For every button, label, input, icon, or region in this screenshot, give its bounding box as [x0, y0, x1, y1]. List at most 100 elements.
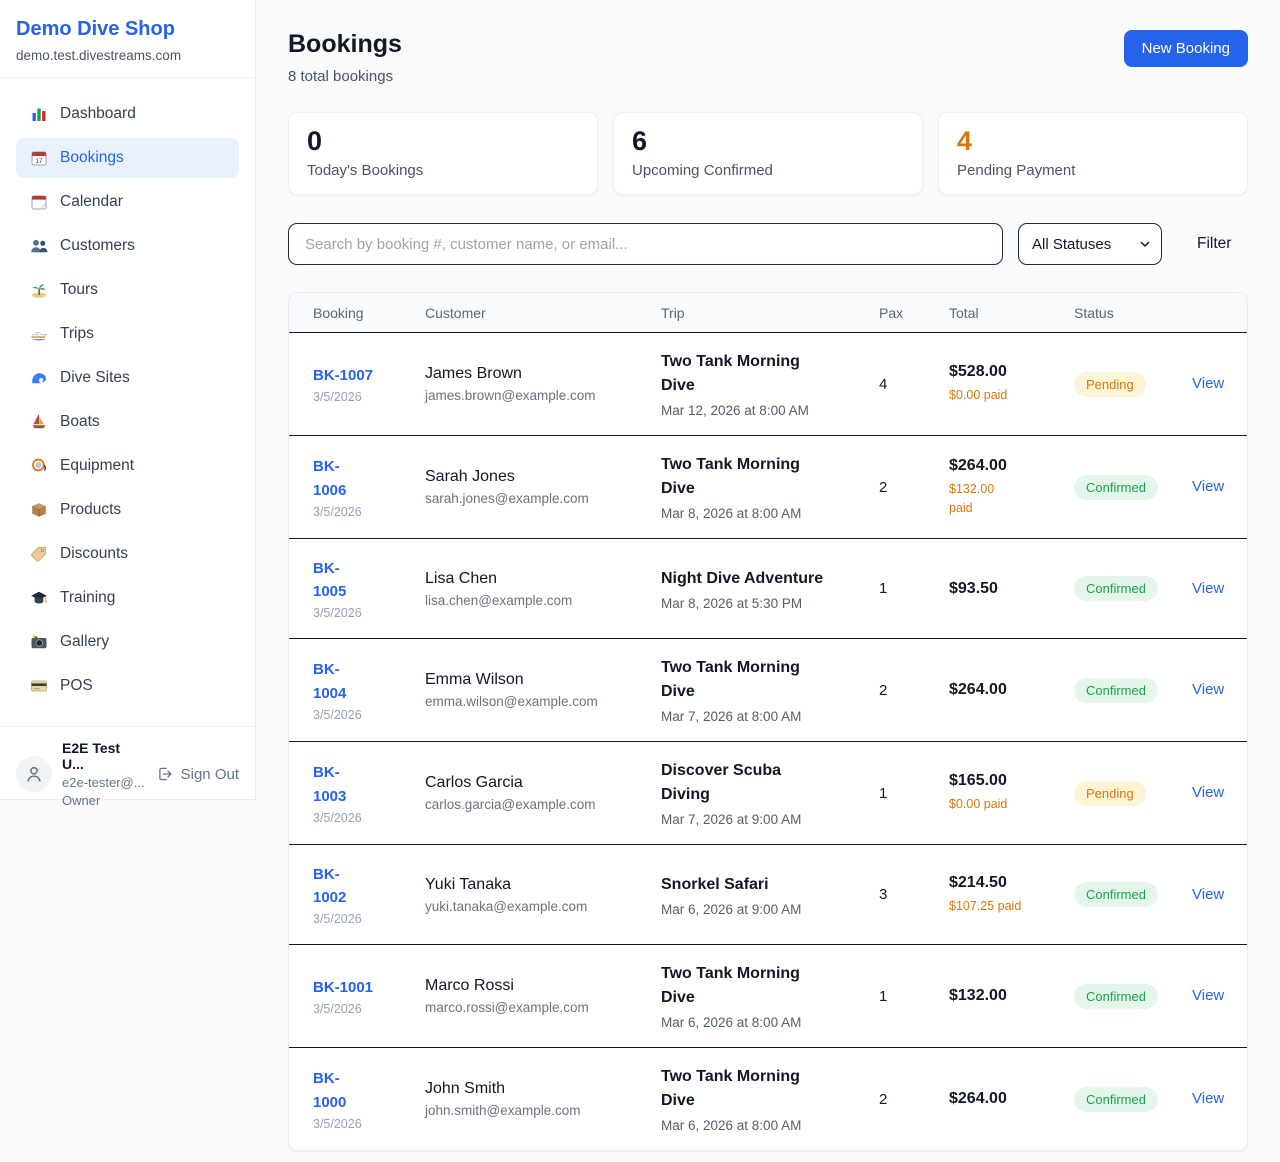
trip-datetime: Mar 7, 2026 at 8:00 AM: [661, 709, 879, 724]
stat-card: 6Upcoming Confirmed: [613, 112, 923, 195]
pax-count: 2: [879, 479, 949, 496]
trip-name: Two Tank Morning Dive: [661, 962, 879, 1010]
customer-name: Marco Rossi: [425, 977, 661, 995]
sidebar-item-label: Customers: [60, 237, 135, 255]
trip-datetime: Mar 8, 2026 at 5:30 PM: [661, 596, 879, 611]
sidebar-item-boats[interactable]: Boats: [16, 402, 239, 442]
person-icon: [23, 763, 45, 785]
total-amount: $264.00: [949, 681, 1074, 699]
view-link[interactable]: View: [1192, 478, 1224, 495]
customer-name: Carlos Garcia: [425, 774, 661, 792]
total-amount: $93.50: [949, 580, 1074, 598]
sidebar-item-calendar[interactable]: Calendar: [16, 182, 239, 222]
view-link[interactable]: View: [1192, 580, 1224, 597]
status-badge: Confirmed: [1074, 984, 1158, 1009]
total-amount: $264.00: [949, 457, 1074, 475]
package-icon: [30, 501, 48, 519]
sign-out-button[interactable]: Sign Out: [156, 765, 239, 783]
sidebar-item-discounts[interactable]: Discounts: [16, 534, 239, 574]
bookings-table: Booking Customer Trip Pax Total Status B…: [288, 292, 1248, 1151]
booking-id-link[interactable]: BK-1001: [313, 976, 373, 999]
sidebar-item-label: POS: [60, 677, 93, 695]
sidebar-item-products[interactable]: Products: [16, 490, 239, 530]
trip-name: Two Tank Morning Dive: [661, 656, 879, 704]
sidebar-item-bookings[interactable]: 17Bookings: [16, 138, 239, 178]
sidebar-item-trips[interactable]: Trips: [16, 314, 239, 354]
svg-text:17: 17: [36, 158, 43, 165]
user-role: Owner: [62, 793, 146, 808]
sidebar-item-label: Gallery: [60, 633, 109, 651]
pax-count: 1: [879, 580, 949, 597]
desert-island-icon: [30, 281, 48, 299]
status-select-wrap: All Statuses: [1018, 223, 1162, 265]
sidebar-item-customers[interactable]: Customers: [16, 226, 239, 266]
table-row: BK- 1006 3/5/2026 Sarah Jones sarah.jone…: [289, 435, 1247, 538]
booking-date: 3/5/2026: [313, 1002, 425, 1016]
view-link[interactable]: View: [1192, 1090, 1224, 1107]
view-link[interactable]: View: [1192, 784, 1224, 801]
pax-count: 1: [879, 785, 949, 802]
credit-card-icon: [30, 677, 48, 695]
booking-id-link[interactable]: BK- 1004: [313, 658, 346, 705]
paid-amount: $107.25 paid: [949, 897, 1074, 916]
customer-email: emma.wilson@example.com: [425, 694, 661, 709]
stat-value: 4: [957, 126, 1229, 157]
trip-name: Snorkel Safari: [661, 873, 879, 897]
user-email: e2e-tester@...: [62, 775, 146, 790]
new-booking-button[interactable]: New Booking: [1124, 30, 1248, 67]
customer-email: lisa.chen@example.com: [425, 593, 661, 608]
user-info: E2E Test U... e2e-tester@... Owner: [62, 740, 146, 808]
booking-id-link[interactable]: BK- 1000: [313, 1067, 346, 1114]
customer-email: marco.rossi@example.com: [425, 1000, 661, 1015]
trip-name: Two Tank Morning Dive: [661, 350, 879, 398]
table-row: BK-1007 3/5/2026 James Brown james.brown…: [289, 333, 1247, 435]
booking-id-link[interactable]: BK- 1005: [313, 557, 346, 604]
status-badge: Confirmed: [1074, 1087, 1158, 1112]
view-link[interactable]: View: [1192, 681, 1224, 698]
view-link[interactable]: View: [1192, 375, 1224, 392]
sidebar-item-label: Products: [60, 501, 121, 519]
status-select[interactable]: All Statuses: [1018, 223, 1162, 265]
sidebar-item-training[interactable]: Training: [16, 578, 239, 618]
customer-name: Lisa Chen: [425, 570, 661, 588]
trip-datetime: Mar 8, 2026 at 8:00 AM: [661, 506, 879, 521]
customer-name: John Smith: [425, 1080, 661, 1098]
booking-id-link[interactable]: BK- 1003: [313, 761, 346, 808]
stat-card: 4Pending Payment: [938, 112, 1248, 195]
view-link[interactable]: View: [1192, 886, 1224, 903]
main-content: Bookings 8 total bookings New Booking 0T…: [256, 0, 1280, 1162]
sidebar-item-dive-sites[interactable]: Dive Sites: [16, 358, 239, 398]
stat-value: 6: [632, 126, 904, 157]
sidebar-item-dashboard[interactable]: Dashboard: [16, 94, 239, 134]
brand-domain: demo.test.divestreams.com: [16, 48, 239, 63]
bar-chart-icon: [30, 105, 48, 123]
booking-date: 3/5/2026: [313, 505, 425, 519]
filter-button[interactable]: Filter: [1191, 234, 1237, 254]
sidebar-item-tours[interactable]: Tours: [16, 270, 239, 310]
booking-id-link[interactable]: BK- 1006: [313, 455, 346, 502]
total-amount: $214.50: [949, 874, 1074, 892]
view-link[interactable]: View: [1192, 987, 1224, 1004]
trip-name: Two Tank Morning Dive: [661, 1065, 879, 1113]
pax-count: 3: [879, 886, 949, 903]
col-header-total: Total: [949, 305, 1074, 321]
pax-count: 2: [879, 682, 949, 699]
booking-id-link[interactable]: BK-1007: [313, 364, 373, 387]
sidebar-item-label: Equipment: [60, 457, 134, 475]
status-badge: Confirmed: [1074, 475, 1158, 500]
search-input[interactable]: [288, 223, 1003, 265]
booking-id-link[interactable]: BK- 1002: [313, 863, 346, 910]
page-header: Bookings 8 total bookings New Booking: [288, 30, 1248, 85]
sidebar-item-gallery[interactable]: Gallery: [16, 622, 239, 662]
table-header-row: Booking Customer Trip Pax Total Status: [289, 293, 1247, 333]
col-header-status: Status: [1074, 305, 1192, 321]
sidebar-item-equipment[interactable]: Equipment: [16, 446, 239, 486]
price-tag-icon: [30, 545, 48, 563]
trip-datetime: Mar 12, 2026 at 8:00 AM: [661, 403, 879, 418]
total-amount: $132.00: [949, 987, 1074, 1005]
status-badge: Confirmed: [1074, 576, 1158, 601]
sidebar-item-label: Training: [60, 589, 115, 607]
customer-email: carlos.garcia@example.com: [425, 797, 661, 812]
sidebar-item-pos[interactable]: POS: [16, 666, 239, 706]
customer-email: john.smith@example.com: [425, 1103, 661, 1118]
